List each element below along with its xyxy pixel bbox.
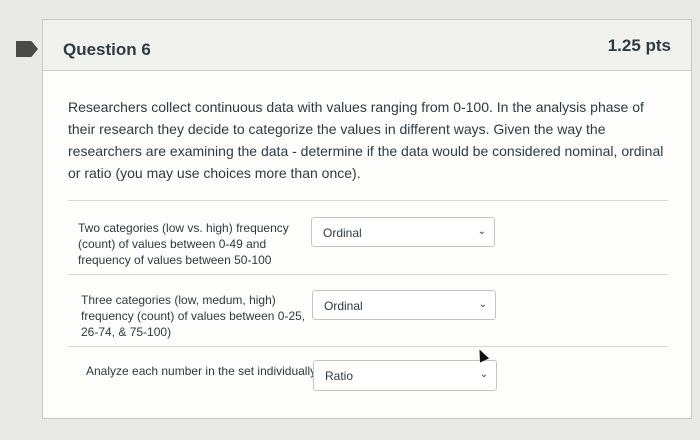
match-item-label: Analyze each number in the set individua… [86, 364, 317, 378]
divider [68, 274, 668, 275]
answer-select[interactable]: Ordinal ⌄ [312, 290, 496, 320]
flag-icon[interactable] [16, 41, 38, 57]
chevron-down-icon: ⌄ [479, 369, 488, 380]
answer-select-value: Ordinal [323, 226, 362, 240]
answer-select[interactable]: Ordinal ⌄ [311, 217, 495, 247]
match-item-label: Three categories (low, medum, high) freq… [81, 293, 306, 339]
match-item-label: Two categories (low vs. high) frequency … [78, 221, 289, 267]
answer-select[interactable]: Ratio ⌄ [313, 360, 497, 391]
answer-select-value: Ordinal [324, 299, 363, 313]
divider [68, 200, 668, 201]
question-title: Question 6 [63, 40, 151, 59]
question-points: 1.25 pts [607, 36, 671, 55]
chevron-down-icon: ⌄ [478, 299, 487, 310]
question-card: Question 6 1.25 pts Researchers collect … [42, 19, 692, 419]
chevron-down-icon: ⌄ [477, 226, 486, 237]
divider [68, 346, 668, 347]
question-text: Researchers collect continuous data with… [68, 99, 664, 181]
question-header: Question 6 1.25 pts [43, 20, 691, 71]
answer-select-value: Ratio [325, 369, 354, 383]
